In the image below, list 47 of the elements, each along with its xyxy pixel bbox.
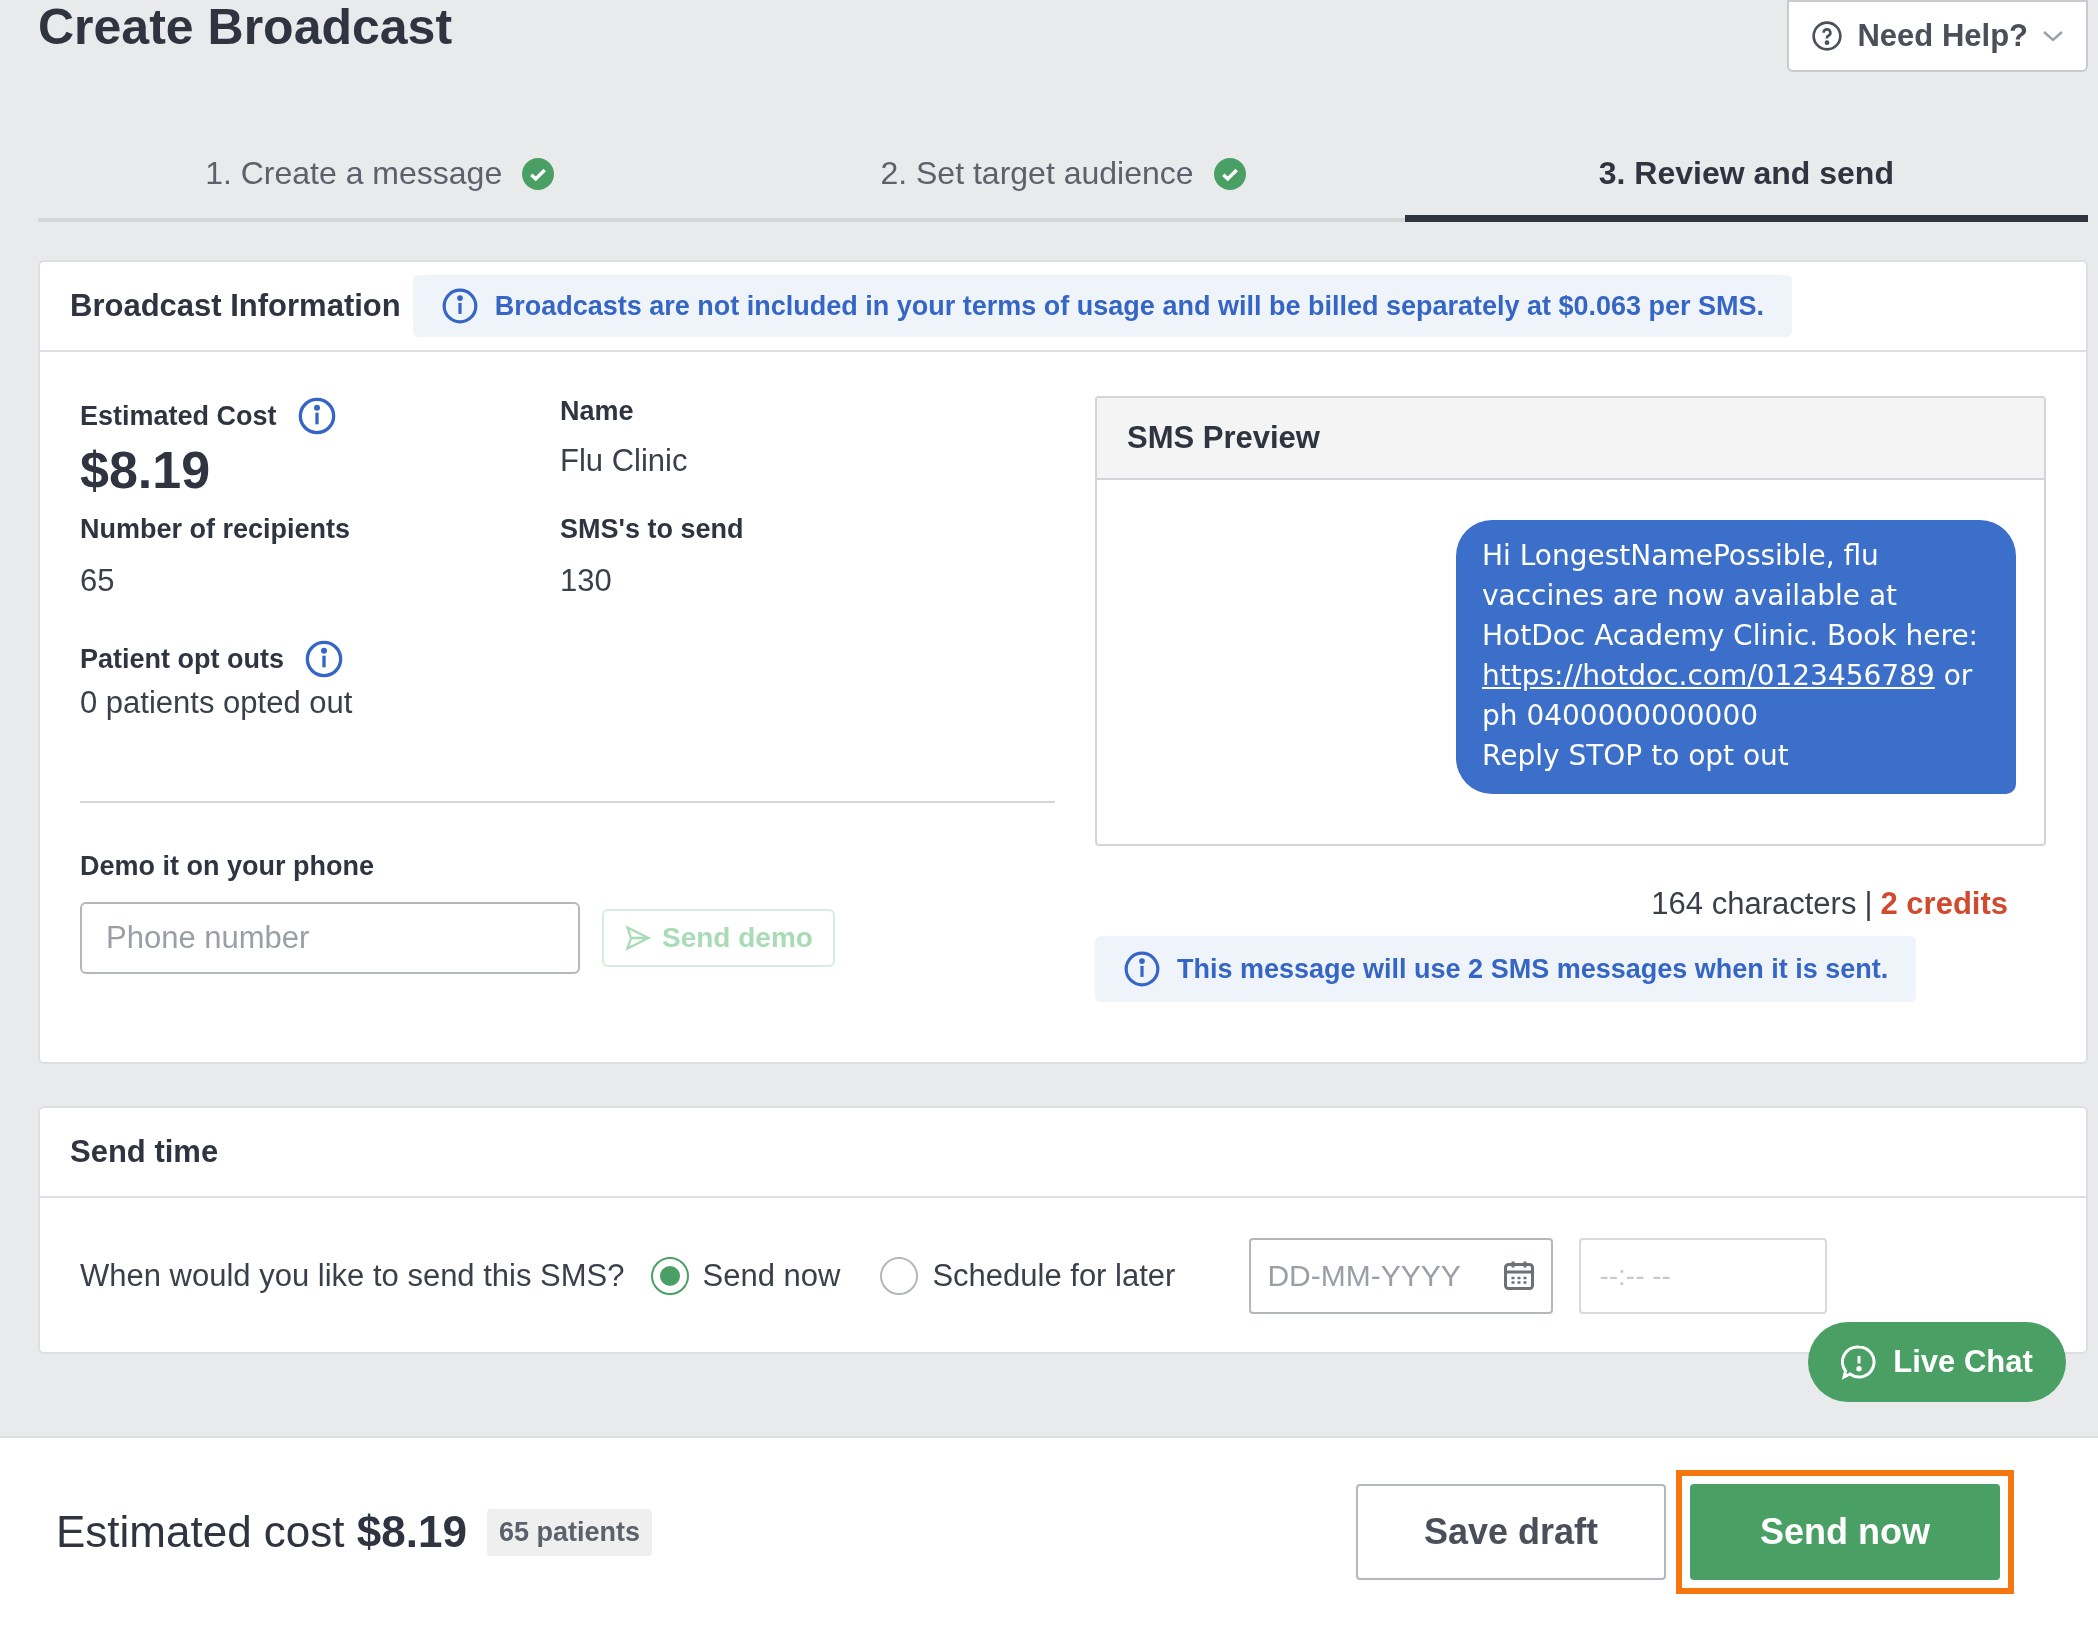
save-draft-button[interactable]: Save draft — [1356, 1484, 1666, 1580]
phone-input[interactable]: Phone number — [80, 902, 580, 974]
field-value: Flu Clinic — [560, 443, 689, 479]
check-icon — [522, 157, 555, 190]
field-label: Demo it on your phone — [80, 851, 375, 882]
info-icon — [440, 287, 479, 325]
field-value: 0 patients opted out — [80, 685, 354, 721]
notice-text: This message will use 2 SMS messages when it is sent. — [1177, 953, 1889, 985]
help-button[interactable]: Need Help? — [1787, 0, 2088, 72]
send-now-button[interactable]: Send now — [1690, 1484, 2000, 1580]
estimated-cost: $8.19 — [80, 440, 212, 500]
footer-cost-label: Estimated cost $8.19 — [56, 1507, 467, 1557]
radio-option[interactable]: Send now — [650, 1257, 841, 1295]
separator: | — [1864, 886, 1873, 922]
check-icon — [1213, 157, 1246, 190]
patients-badge: 65 patients — [486, 1508, 652, 1556]
message-link[interactable]: https://hotdoc.com/0123456789 — [1482, 659, 1935, 692]
date-field[interactable]: DD-MM-YYYY — [1249, 1238, 1554, 1314]
radio-option[interactable]: Schedule for later — [880, 1257, 1176, 1295]
time-field[interactable]: --:-- -- — [1579, 1238, 1828, 1314]
chevron-down-icon — [2042, 29, 2064, 43]
credit-count: 2 credits — [1880, 886, 2008, 922]
field-label: Name — [560, 396, 635, 427]
message-bubble: Hi LongestNamePossible, flu vaccines are now available at HotDoc Academy Clinic. Book here: https://hotdoc.com/0123456789 or ph 0400000000000 Reply STOP to opt out — [1456, 520, 2016, 794]
character-count: 164 characters — [1651, 886, 1857, 922]
card-title: Send time — [70, 1134, 219, 1170]
field-value: 65 — [80, 563, 116, 599]
field-label: Estimated Cost — [80, 400, 277, 432]
notice-text: Broadcasts are not included in your terms of usage and will be billed separately at $0.063 per SMS. — [494, 290, 1765, 322]
step-tab[interactable]: 2. Set target audience — [721, 132, 1405, 222]
field-label: Patient opt outs — [80, 643, 284, 675]
info-icon — [296, 396, 337, 436]
field-value: 130 — [560, 563, 613, 599]
live-chat-button[interactable]: Live Chat — [1808, 1322, 2066, 1402]
info-icon — [1123, 950, 1161, 988]
step-tab[interactable]: 3. Review and send — [1404, 132, 2088, 222]
field-label: Number of recipients — [80, 514, 352, 545]
page-title: Create Broadcast — [38, 0, 453, 55]
send-icon — [624, 924, 652, 952]
chat-icon — [1841, 1344, 1878, 1380]
card-title: Broadcast Information — [70, 288, 401, 324]
help-icon — [1811, 20, 1844, 52]
step-tab[interactable]: 1. Create a message — [38, 132, 722, 222]
panel-title: SMS Preview — [1127, 420, 1320, 456]
field-label: SMS's to send — [560, 514, 745, 545]
question-text: When would you like to send this SMS? — [80, 1258, 625, 1294]
info-icon — [304, 639, 344, 679]
